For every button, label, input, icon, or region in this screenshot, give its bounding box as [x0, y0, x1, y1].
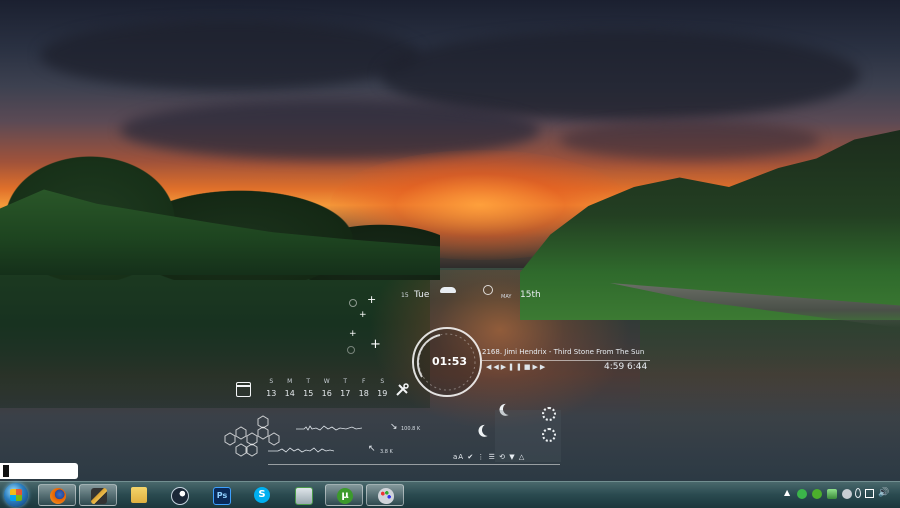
- desktop-widgets: + + + + 15 Tue MAY 15th 01:53 2168. Jimi…: [0, 0, 900, 481]
- hexagon-launcher[interactable]: [215, 413, 291, 463]
- calendar-day: 16: [321, 389, 332, 398]
- taskbar: Ps S µ ▲ 🔊: [0, 481, 900, 508]
- moon-icon[interactable]: [480, 422, 495, 437]
- disk-icon[interactable]: [842, 489, 852, 499]
- bars-icon[interactable]: ☰: [489, 453, 496, 461]
- photoshop-icon: Ps: [213, 487, 231, 505]
- paint-palette-icon: [378, 488, 394, 504]
- next-icon[interactable]: ▶▶: [533, 363, 548, 371]
- taskbar-app-winamp[interactable]: [79, 484, 117, 506]
- upload-speed: 3.8 K: [380, 449, 393, 455]
- weekday-label: M: [287, 378, 293, 385]
- settings-gear-icon[interactable]: [542, 407, 556, 421]
- status-ring: [483, 285, 493, 295]
- weekday-label: T: [306, 378, 311, 385]
- calendar-day: 14: [284, 389, 295, 398]
- progress-line: [482, 360, 650, 361]
- cpu-waveform: [296, 425, 362, 431]
- widget-divider: [268, 464, 560, 465]
- weekday-label: W: [323, 378, 330, 385]
- taskbar-app-paint[interactable]: [366, 484, 404, 506]
- start-button[interactable]: [4, 483, 28, 507]
- taskbar-app-explorer[interactable]: [120, 484, 158, 506]
- calendar-day: 15: [303, 389, 314, 398]
- taskbar-app-skype[interactable]: S: [243, 484, 281, 506]
- elapsed-time: 4:59: [604, 362, 625, 372]
- weekday-label: S: [380, 378, 385, 385]
- font-icon[interactable]: aA: [453, 453, 464, 461]
- sync-icon[interactable]: ⟲: [499, 453, 506, 461]
- add-icon[interactable]: +: [359, 310, 367, 321]
- upload-arrow-icon: ↖: [368, 444, 376, 454]
- ram-waveform: [268, 447, 334, 453]
- utorrent-tray-icon[interactable]: [812, 489, 822, 499]
- download-arrow-icon: ↘: [390, 422, 398, 432]
- quick-bar: aA ✔ ⋮ ☰ ⟲ ▼ △: [453, 453, 525, 461]
- weekday-label: F: [362, 378, 366, 385]
- stop-icon[interactable]: ■: [524, 363, 533, 371]
- whatsapp-icon[interactable]: [797, 489, 807, 499]
- calendar-day: 18: [358, 389, 369, 398]
- add-icon[interactable]: +: [367, 294, 376, 305]
- calendar-day: 17: [340, 389, 351, 398]
- winamp-icon: [91, 488, 107, 504]
- monitor-icon[interactable]: [865, 489, 874, 498]
- weekday-label: T: [343, 378, 348, 385]
- triangle-icon[interactable]: △: [519, 453, 525, 461]
- check-icon[interactable]: ✔: [467, 453, 474, 461]
- add-icon[interactable]: +: [370, 338, 381, 351]
- status-ring: [347, 346, 355, 354]
- calendar-day: 13: [266, 389, 277, 398]
- month-label: MAY: [501, 294, 512, 300]
- player-controls: ◀◀▶❚❚■▶▶: [486, 363, 547, 371]
- volume-icon[interactable]: 🔊: [878, 488, 892, 498]
- download-speed: 100.8 K: [401, 426, 421, 432]
- calendar-day: 19: [377, 389, 388, 398]
- taskbar-app-photoshop[interactable]: Ps: [202, 484, 240, 506]
- weekday-label: S: [269, 378, 274, 385]
- launcher-box[interactable]: [0, 463, 78, 479]
- firefox-icon: [50, 488, 66, 504]
- arrow-down-icon[interactable]: ▼: [509, 453, 515, 461]
- total-time: 6:44: [627, 362, 648, 372]
- taskbar-app-steam[interactable]: [160, 484, 198, 506]
- track-title: 2168. Jimi Hendrix - Third Stone From Th…: [482, 348, 645, 356]
- tools-icon[interactable]: [395, 383, 409, 397]
- skype-icon: S: [254, 487, 270, 503]
- status-ring: [349, 299, 357, 307]
- clock-time: 01:53: [432, 355, 468, 368]
- steam-icon: [171, 487, 189, 505]
- network-tray-icon[interactable]: [827, 489, 837, 499]
- taskbar-app-utorrent[interactable]: µ: [325, 484, 363, 506]
- utorrent-icon: µ: [337, 488, 353, 504]
- previous-icon[interactable]: ◀◀: [486, 363, 501, 371]
- droplet-icon[interactable]: [855, 488, 861, 498]
- settings-gear-icon[interactable]: [542, 428, 556, 442]
- calendar-week: S M T W T F S 13 14 15 16 17 18 19: [262, 378, 392, 398]
- date-label: 15th: [520, 290, 541, 300]
- cursor-block: [3, 465, 9, 477]
- day-label: Tue: [414, 290, 430, 300]
- day-number: 15: [401, 292, 409, 299]
- pause-icon[interactable]: ❚❚: [508, 363, 524, 371]
- show-hidden-icon[interactable]: ▲: [784, 488, 790, 497]
- taskbar-app-firefox[interactable]: [38, 484, 76, 506]
- weather-cloud-icon: [440, 287, 456, 293]
- folder-icon: [131, 487, 147, 503]
- monitor-icon: [295, 487, 313, 505]
- calendar-icon[interactable]: [236, 382, 251, 397]
- bars-icon[interactable]: ⋮: [477, 453, 485, 461]
- taskbar-app-remote-desktop[interactable]: [284, 484, 322, 506]
- add-icon[interactable]: +: [349, 329, 357, 340]
